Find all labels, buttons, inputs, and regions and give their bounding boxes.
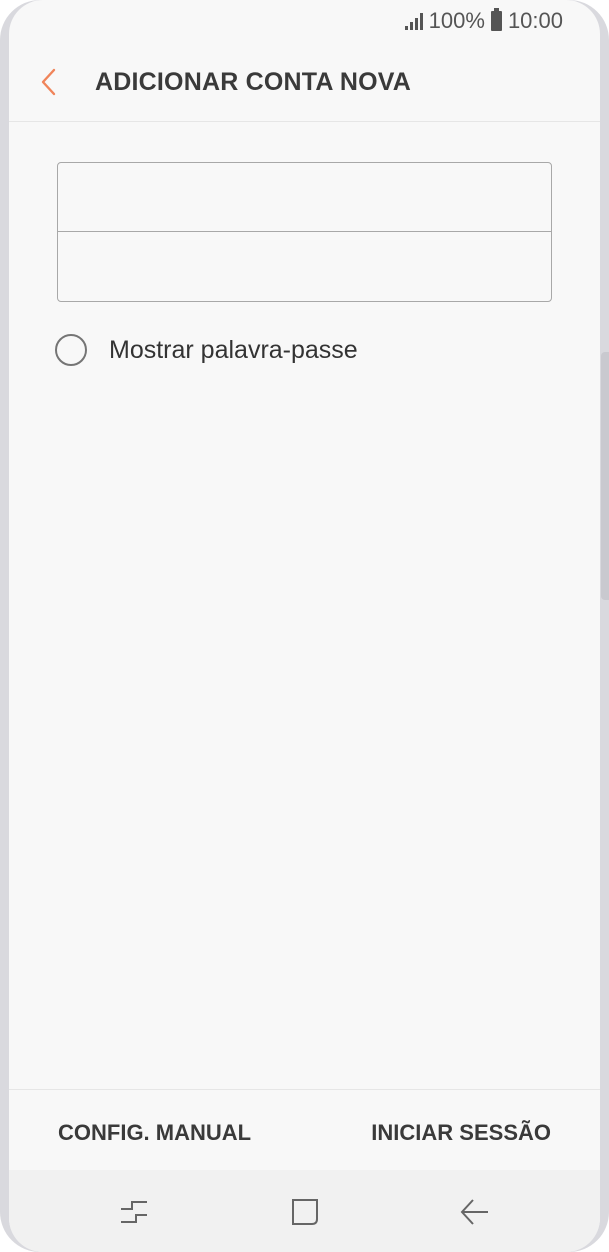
home-button[interactable]: [285, 1192, 325, 1232]
show-password-toggle[interactable]: Mostrar palavra-passe: [55, 334, 358, 366]
app-header: ADICIONAR CONTA NOVA: [9, 44, 600, 122]
device-frame: 100% 10:00 ADICIONAR CONTA NOVA Mostrar …: [0, 0, 609, 1252]
battery-percent: 100%: [428, 8, 485, 33]
navigation-bar: [9, 1170, 600, 1252]
recent-apps-icon: [121, 1201, 147, 1223]
home-icon: [292, 1199, 318, 1225]
status-indicators: 100% 10:00: [404, 8, 563, 34]
screen: 100% 10:00 ADICIONAR CONTA NOVA Mostrar …: [9, 0, 600, 1252]
password-field[interactable]: [58, 232, 551, 301]
chevron-left-icon: [41, 68, 56, 96]
device-side-button: [601, 352, 609, 600]
back-nav-button[interactable]: [455, 1192, 495, 1232]
clock: 10:00: [507, 8, 563, 33]
show-password-checkbox[interactable]: [55, 334, 87, 366]
recent-apps-button[interactable]: [114, 1192, 154, 1232]
email-field[interactable]: [58, 163, 551, 232]
back-button[interactable]: [29, 62, 69, 102]
page-title: ADICIONAR CONTA NOVA: [95, 68, 412, 96]
back-arrow-icon: [460, 1199, 488, 1225]
credentials-fields: [57, 162, 552, 302]
sign-in-button[interactable]: INICIAR SESSÃO: [371, 1120, 551, 1146]
signal-icon: [404, 12, 423, 30]
status-bar: 100% 10:00: [9, 0, 600, 44]
show-password-label: Mostrar palavra-passe: [109, 335, 358, 364]
manual-setup-button[interactable]: CONFIG. MANUAL: [58, 1120, 251, 1146]
battery-icon: [490, 8, 502, 31]
action-bar: CONFIG. MANUAL INICIAR SESSÃO: [9, 1089, 600, 1171]
